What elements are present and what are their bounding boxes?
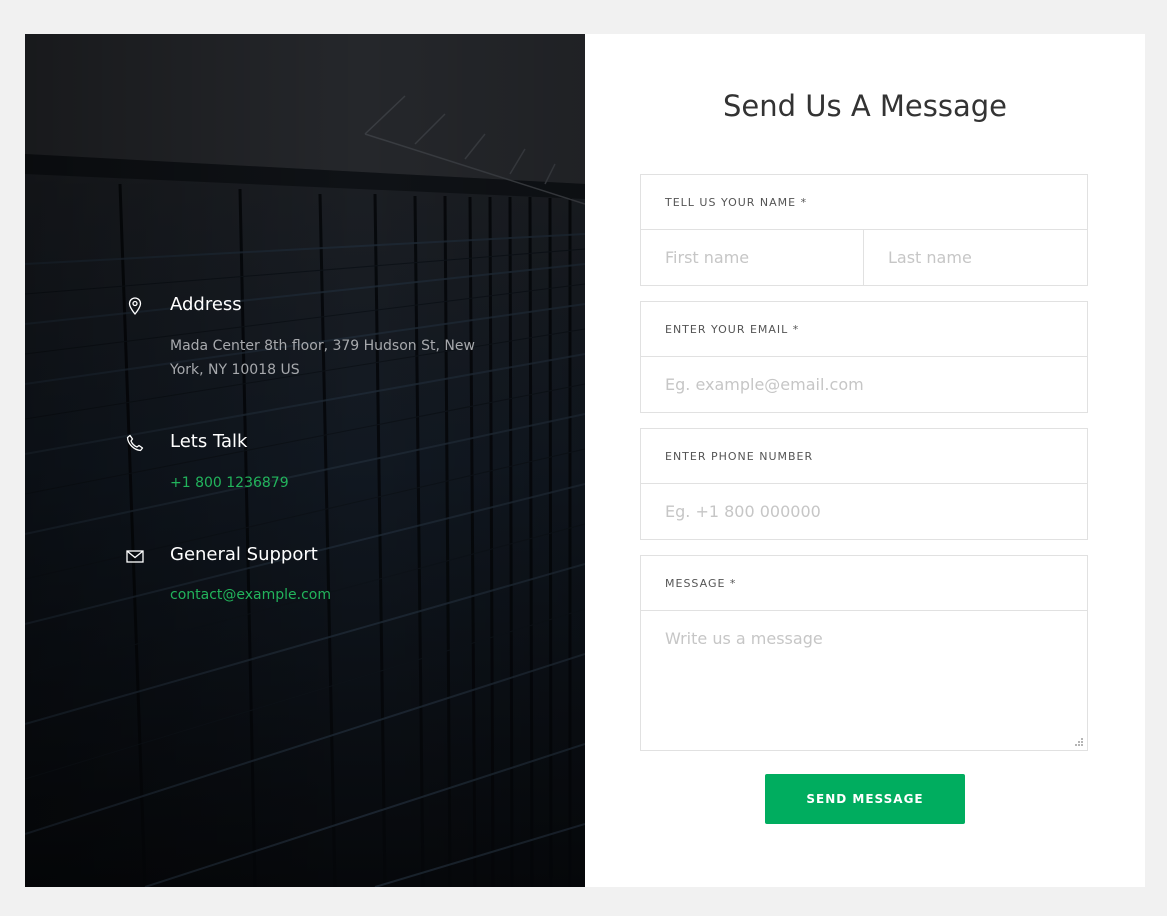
email-label: ENTER YOUR EMAIL *	[641, 302, 1087, 357]
send-message-button[interactable]: SEND MESSAGE	[765, 774, 965, 824]
phone-field-group: ENTER PHONE NUMBER	[640, 428, 1088, 540]
phone-number-link[interactable]: +1 800 1236879	[170, 471, 490, 495]
phone-icon	[125, 433, 145, 453]
message-field-group: MESSAGE *	[640, 555, 1088, 751]
resize-grip-icon[interactable]	[1074, 737, 1084, 747]
address-text: Mada Center 8th floor, 379 Hudson St, Ne…	[170, 338, 475, 378]
address-title: Address	[170, 294, 242, 315]
support-email-link[interactable]: contact@example.com	[170, 583, 490, 607]
phone-input[interactable]	[641, 484, 1087, 539]
building-background-image	[25, 34, 585, 887]
message-textarea[interactable]	[641, 611, 1087, 750]
contact-info-panel: Address Mada Center 8th floor, 379 Hudso…	[25, 34, 585, 887]
support-title: General Support	[170, 544, 318, 565]
phone-label: ENTER PHONE NUMBER	[641, 429, 1087, 484]
last-name-input[interactable]	[864, 230, 1087, 285]
form-heading: Send Us A Message	[723, 89, 1007, 123]
message-label: MESSAGE *	[641, 556, 1087, 611]
email-field-group: ENTER YOUR EMAIL *	[640, 301, 1088, 413]
email-input[interactable]	[641, 357, 1087, 412]
map-pin-icon	[125, 296, 145, 316]
contact-card: Address Mada Center 8th floor, 379 Hudso…	[25, 34, 1145, 887]
name-field-group: TELL US YOUR NAME *	[640, 174, 1088, 286]
first-name-input[interactable]	[641, 230, 864, 285]
name-label: TELL US YOUR NAME *	[641, 175, 1087, 230]
phone-title: Lets Talk	[170, 431, 248, 452]
mail-icon	[125, 546, 145, 566]
contact-form-panel: Send Us A Message TELL US YOUR NAME * EN…	[585, 34, 1145, 887]
